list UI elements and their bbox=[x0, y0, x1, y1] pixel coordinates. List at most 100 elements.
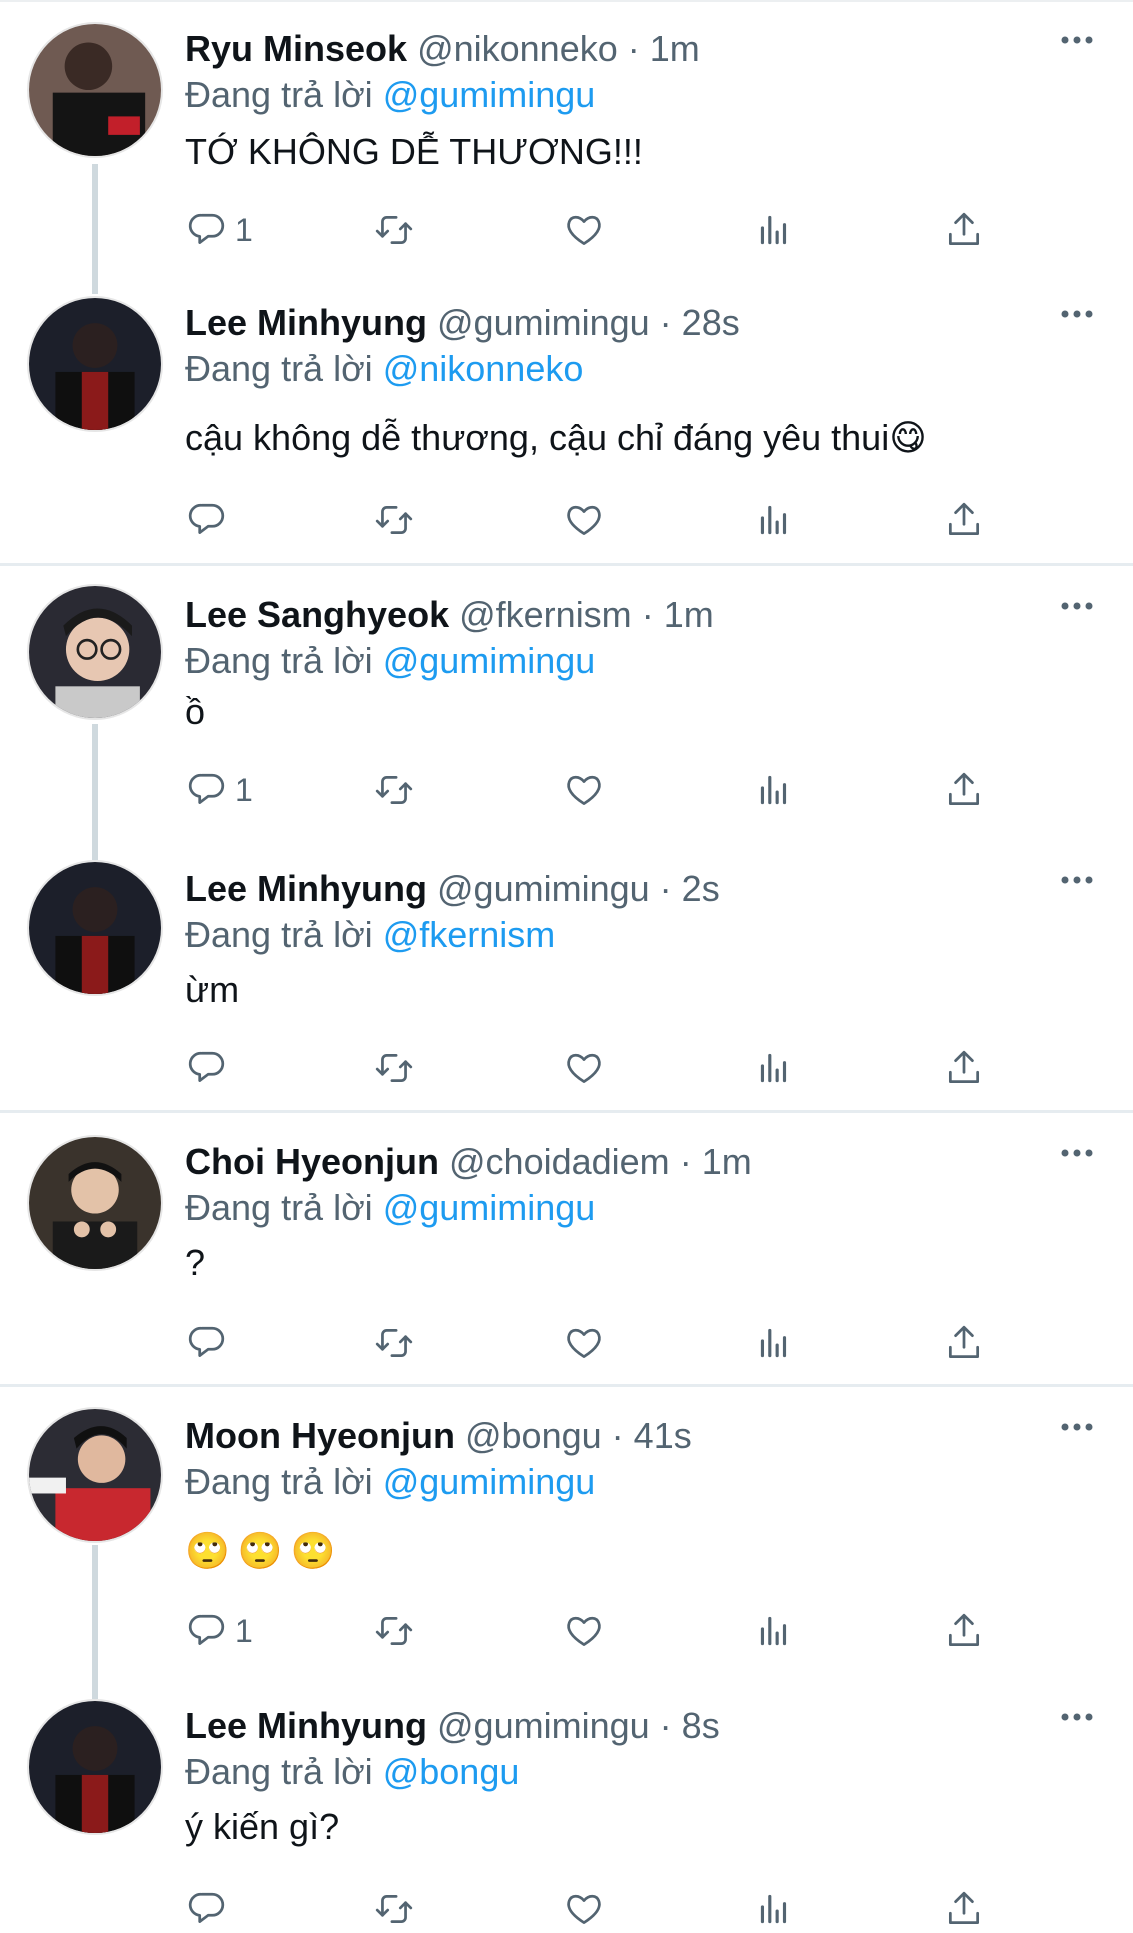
reply-button[interactable] bbox=[185, 1044, 235, 1092]
handle[interactable]: @nikonneko bbox=[417, 28, 618, 69]
thread-line bbox=[92, 1545, 98, 1677]
share-icon bbox=[948, 1050, 980, 1084]
timestamp[interactable]: 28s bbox=[682, 302, 740, 343]
share-icon bbox=[948, 212, 980, 246]
share-button[interactable] bbox=[943, 496, 985, 544]
reply-button[interactable]: 1 bbox=[185, 1607, 253, 1655]
tweet[interactable]: Ryu Minseok @nikonneko · 1m Đang trả lời… bbox=[0, 0, 1133, 280]
retweet-button[interactable] bbox=[373, 766, 415, 814]
handle[interactable]: @choidadiem bbox=[449, 1141, 670, 1182]
reply-button[interactable] bbox=[185, 1319, 235, 1367]
analytics-button[interactable] bbox=[753, 1044, 795, 1092]
mention-link[interactable]: @gumimingu bbox=[383, 640, 596, 681]
handle[interactable]: @gumimingu bbox=[437, 1705, 650, 1746]
like-button[interactable] bbox=[563, 496, 605, 544]
handle[interactable]: @gumimingu bbox=[437, 868, 650, 909]
display-name[interactable]: Lee Minhyung bbox=[185, 868, 427, 909]
like-button[interactable] bbox=[563, 1319, 605, 1367]
tweet-text: ? bbox=[185, 1242, 206, 1283]
more-icon[interactable] bbox=[1060, 600, 1094, 612]
share-button[interactable] bbox=[943, 766, 985, 814]
handle[interactable]: @gumimingu bbox=[437, 302, 650, 343]
like-button[interactable] bbox=[563, 206, 605, 254]
timestamp[interactable]: 41s bbox=[634, 1415, 692, 1456]
analytics-button[interactable] bbox=[753, 206, 795, 254]
more-icon[interactable] bbox=[1060, 1421, 1094, 1433]
display-name[interactable]: Lee Minhyung bbox=[185, 1705, 427, 1746]
timestamp[interactable]: 1m bbox=[650, 28, 700, 69]
action-bar: 1 bbox=[185, 1607, 1005, 1655]
handle[interactable]: @bongu bbox=[465, 1415, 602, 1456]
heart-icon bbox=[567, 1894, 601, 1925]
reply-icon bbox=[188, 1051, 225, 1082]
avatar[interactable] bbox=[27, 1407, 163, 1543]
share-icon bbox=[948, 772, 980, 806]
replying-to-label: Đang trả lời bbox=[185, 640, 373, 681]
tweet-header: Lee Sanghyeok @fkernism · 1m bbox=[185, 594, 714, 636]
retweet-button[interactable] bbox=[373, 206, 415, 254]
timestamp[interactable]: 1m bbox=[664, 594, 714, 635]
mention-link[interactable]: @nikonneko bbox=[383, 348, 584, 389]
reply-button[interactable] bbox=[185, 1885, 235, 1933]
retweet-button[interactable] bbox=[373, 1607, 415, 1655]
reply-button[interactable] bbox=[185, 496, 235, 544]
share-button[interactable] bbox=[943, 1885, 985, 1933]
mention-link[interactable]: @fkernism bbox=[383, 914, 556, 955]
timestamp[interactable]: 2s bbox=[682, 868, 720, 909]
tweet[interactable]: Moon Hyeonjun @bongu · 41s Đang trả lời … bbox=[0, 1387, 1133, 1677]
replying-to: Đang trả lời @gumimingu bbox=[185, 1187, 595, 1229]
avatar[interactable] bbox=[27, 22, 163, 158]
replying-to: Đang trả lời @fkernism bbox=[185, 914, 555, 956]
share-button[interactable] bbox=[943, 1607, 985, 1655]
analytics-button[interactable] bbox=[753, 1607, 795, 1655]
avatar[interactable] bbox=[27, 1135, 163, 1271]
avatar[interactable] bbox=[27, 860, 163, 996]
reply-icon bbox=[188, 1326, 225, 1357]
display-name[interactable]: Ryu Minseok bbox=[185, 28, 407, 69]
timestamp[interactable]: 8s bbox=[682, 1705, 720, 1746]
tweet[interactable]: Lee Sanghyeok @fkernism · 1m Đang trả lờ… bbox=[0, 566, 1133, 840]
tweet[interactable]: Lee Minhyung @gumimingu · 28s Đang trả l… bbox=[0, 274, 1133, 564]
more-icon[interactable] bbox=[1060, 1147, 1094, 1159]
avatar[interactable] bbox=[27, 584, 163, 720]
display-name[interactable]: Lee Minhyung bbox=[185, 302, 427, 343]
more-icon[interactable] bbox=[1060, 308, 1094, 320]
display-name[interactable]: Choi Hyeonjun bbox=[185, 1141, 439, 1182]
retweet-button[interactable] bbox=[373, 1044, 415, 1092]
like-button[interactable] bbox=[563, 1044, 605, 1092]
avatar[interactable] bbox=[27, 296, 163, 432]
more-icon[interactable] bbox=[1060, 874, 1094, 886]
mention-link[interactable]: @gumimingu bbox=[383, 74, 596, 115]
action-bar bbox=[185, 1885, 1005, 1933]
mention-link[interactable]: @bongu bbox=[383, 1751, 520, 1792]
retweet-button[interactable] bbox=[373, 1319, 415, 1367]
tweet[interactable]: Lee Minhyung @gumimingu · 8s Đang trả lờ… bbox=[0, 1677, 1133, 1925]
more-icon[interactable] bbox=[1060, 1711, 1094, 1723]
share-button[interactable] bbox=[943, 1044, 985, 1092]
separator-dot: · bbox=[627, 28, 640, 69]
reply-button[interactable]: 1 bbox=[185, 206, 253, 254]
display-name[interactable]: Moon Hyeonjun bbox=[185, 1415, 455, 1456]
reply-count: 1 bbox=[235, 211, 253, 248]
like-button[interactable] bbox=[563, 766, 605, 814]
display-name[interactable]: Lee Sanghyeok bbox=[185, 594, 449, 635]
mention-link[interactable]: @gumimingu bbox=[383, 1187, 596, 1228]
share-button[interactable] bbox=[943, 206, 985, 254]
analytics-button[interactable] bbox=[753, 766, 795, 814]
analytics-button[interactable] bbox=[753, 496, 795, 544]
mention-link[interactable]: @gumimingu bbox=[383, 1461, 596, 1502]
like-button[interactable] bbox=[563, 1607, 605, 1655]
analytics-button[interactable] bbox=[753, 1885, 795, 1933]
more-icon[interactable] bbox=[1060, 34, 1094, 46]
share-button[interactable] bbox=[943, 1319, 985, 1367]
analytics-button[interactable] bbox=[753, 1319, 795, 1367]
reply-button[interactable]: 1 bbox=[185, 766, 253, 814]
like-button[interactable] bbox=[563, 1885, 605, 1933]
timestamp[interactable]: 1m bbox=[702, 1141, 752, 1182]
tweet[interactable]: Choi Hyeonjun @choidadiem · 1m Đang trả … bbox=[0, 1113, 1133, 1385]
retweet-button[interactable] bbox=[373, 1885, 415, 1933]
tweet[interactable]: Lee Minhyung @gumimingu · 2s Đang trả lờ… bbox=[0, 840, 1133, 1110]
handle[interactable]: @fkernism bbox=[459, 594, 632, 635]
retweet-button[interactable] bbox=[373, 496, 415, 544]
avatar[interactable] bbox=[27, 1699, 163, 1835]
